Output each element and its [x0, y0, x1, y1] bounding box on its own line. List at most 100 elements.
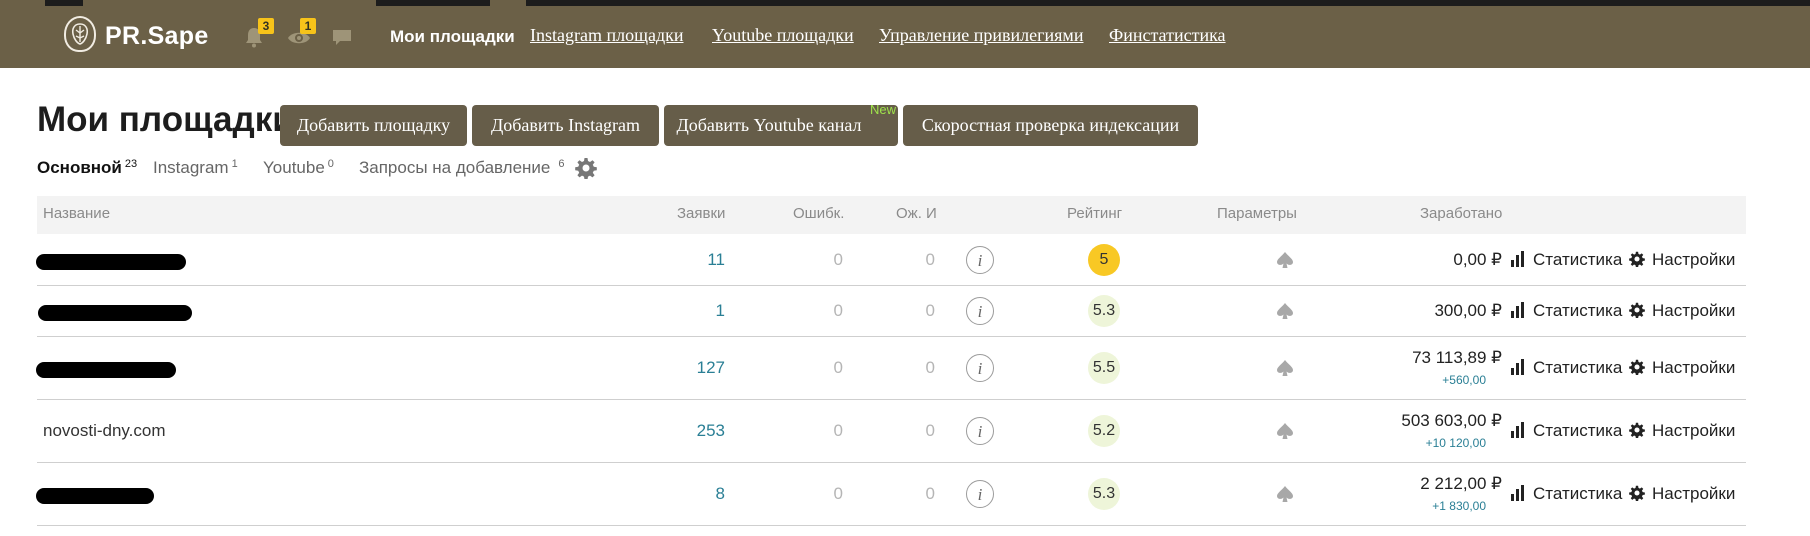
nav-privileges[interactable]: Управление привилегиями: [879, 25, 1083, 46]
bar-chart-icon[interactable]: [1510, 484, 1526, 507]
earned-delta: +560,00: [1442, 372, 1486, 387]
statistics-link[interactable]: Статистика: [1533, 421, 1622, 441]
column-header-rating[interactable]: Рейтинг: [1067, 205, 1122, 222]
earned-delta: +10 120,00: [1425, 435, 1486, 450]
notifications-badge: 3: [258, 18, 274, 34]
settings-link[interactable]: Настройки: [1652, 358, 1735, 378]
requests-count[interactable]: 127: [640, 358, 725, 378]
tab-main[interactable]: Основной 23: [37, 158, 137, 178]
spade-icon[interactable]: [1276, 251, 1294, 274]
waiting-index-count: 0: [925, 357, 935, 377]
tab-settings-gear-icon[interactable]: [575, 157, 597, 184]
rating-badge: 5: [1088, 243, 1120, 276]
add-site-button[interactable]: Добавить площадку: [280, 105, 467, 146]
column-header-errors[interactable]: Ошибк.: [793, 205, 844, 222]
earned-amount: 300,00 ₽: [1434, 300, 1502, 320]
rating-badge: 5.5: [1088, 351, 1120, 384]
requests-count[interactable]: 1: [640, 301, 725, 321]
settings-link[interactable]: Настройки: [1652, 301, 1735, 321]
earned-amount: 503 603,00 ₽: [1401, 410, 1502, 430]
info-icon[interactable]: i: [966, 353, 994, 382]
column-header-parameters[interactable]: Параметры: [1217, 205, 1297, 222]
errors-count: 0: [833, 249, 843, 269]
add-instagram-button[interactable]: Добавить Instagram: [472, 105, 659, 146]
info-icon[interactable]: i: [966, 296, 994, 325]
tab-youtube[interactable]: Youtube 0: [263, 158, 334, 178]
rating-badge: 5.3: [1088, 477, 1120, 510]
top-stripe: [376, 0, 490, 6]
nav-finance-stats[interactable]: Финстатистика: [1109, 25, 1226, 46]
redacted-site-name: [36, 253, 186, 270]
requests-count[interactable]: 11: [640, 250, 725, 270]
spade-icon[interactable]: [1276, 422, 1294, 445]
redacted-site-name: [38, 304, 192, 321]
rating-badge: 5.2: [1088, 414, 1120, 447]
tab-youtube-count: 0: [327, 158, 334, 170]
page-title: Мои площадки: [37, 100, 294, 139]
tab-add-requests[interactable]: Запросы на добавление 6: [359, 158, 565, 178]
bar-chart-icon[interactable]: [1510, 421, 1526, 444]
chat-icon[interactable]: [331, 26, 353, 48]
redacted-site-name: [36, 361, 176, 378]
speed-index-check-button[interactable]: Скоростная проверка индексации: [903, 105, 1198, 146]
top-navigation-bar: PR.Sape 3 1 Мои площадки Instagram площа…: [0, 0, 1810, 68]
statistics-link[interactable]: Статистика: [1533, 301, 1622, 321]
settings-gear-icon[interactable]: [1629, 422, 1645, 443]
errors-count: 0: [833, 300, 843, 320]
column-header-name[interactable]: Название: [43, 205, 110, 222]
redacted-site-name: [36, 487, 154, 504]
earned-amount: 73 113,89 ₽: [1412, 347, 1502, 367]
info-icon[interactable]: i: [966, 245, 994, 274]
brand-name[interactable]: PR.Sape: [105, 22, 209, 51]
top-stripe: [526, 0, 1810, 6]
tab-instagram[interactable]: Instagram 1: [153, 158, 238, 178]
nav-youtube-sites[interactable]: Youtube площадки: [712, 25, 854, 46]
column-header-requests[interactable]: Заявки: [677, 205, 725, 222]
views-badge: 1: [300, 18, 316, 34]
errors-count: 0: [833, 483, 843, 503]
top-stripe: [45, 0, 83, 6]
bar-chart-icon[interactable]: [1510, 358, 1526, 381]
requests-count[interactable]: 253: [640, 421, 725, 441]
settings-gear-icon[interactable]: [1629, 359, 1645, 380]
statistics-link[interactable]: Статистика: [1533, 484, 1622, 504]
settings-gear-icon[interactable]: [1629, 485, 1645, 506]
statistics-link[interactable]: Статистика: [1533, 250, 1622, 270]
nav-instagram-sites[interactable]: Instagram площадки: [530, 25, 683, 46]
settings-gear-icon[interactable]: [1629, 251, 1645, 272]
spade-icon[interactable]: [1276, 359, 1294, 382]
nav-my-sites[interactable]: Мои площадки: [390, 27, 515, 47]
bar-chart-icon[interactable]: [1510, 301, 1526, 324]
settings-link[interactable]: Настройки: [1652, 250, 1735, 270]
tab-youtube-label: Youtube: [263, 158, 325, 177]
statistics-link[interactable]: Статистика: [1533, 358, 1622, 378]
waiting-index-count: 0: [925, 249, 935, 269]
requests-count[interactable]: 8: [640, 484, 725, 504]
waiting-index-count: 0: [925, 420, 935, 440]
column-header-waiting-index[interactable]: Ож. И: [896, 205, 937, 222]
info-icon[interactable]: i: [966, 479, 994, 508]
bar-chart-icon[interactable]: [1510, 250, 1526, 273]
spade-icon[interactable]: [1276, 302, 1294, 325]
errors-count: 0: [833, 357, 843, 377]
waiting-index-count: 0: [925, 483, 935, 503]
add-youtube-button[interactable]: Добавить Youtube канал New: [664, 102, 898, 146]
tab-add-requests-count: 6: [558, 158, 565, 170]
add-site-button-label: Добавить площадку: [296, 115, 451, 135]
speed-index-check-button-label: Скоростная проверка индексации: [921, 115, 1180, 135]
waiting-index-count: 0: [925, 300, 935, 320]
info-icon[interactable]: i: [966, 416, 994, 445]
tab-main-label: Основной: [37, 158, 122, 177]
settings-link[interactable]: Настройки: [1652, 484, 1735, 504]
settings-link[interactable]: Настройки: [1652, 421, 1735, 441]
site-name-link[interactable]: novosti-dny.com: [43, 421, 166, 441]
column-header-earned[interactable]: Заработано: [1420, 205, 1502, 222]
tab-instagram-label: Instagram: [153, 158, 229, 177]
new-tag: New: [869, 102, 896, 117]
settings-gear-icon[interactable]: [1629, 302, 1645, 323]
tab-instagram-count: 1: [231, 158, 238, 170]
tab-add-requests-label: Запросы на добавление: [359, 158, 551, 177]
add-instagram-button-label: Добавить Instagram: [490, 115, 641, 135]
brand-logo-icon[interactable]: [64, 16, 96, 52]
spade-icon[interactable]: [1276, 485, 1294, 508]
